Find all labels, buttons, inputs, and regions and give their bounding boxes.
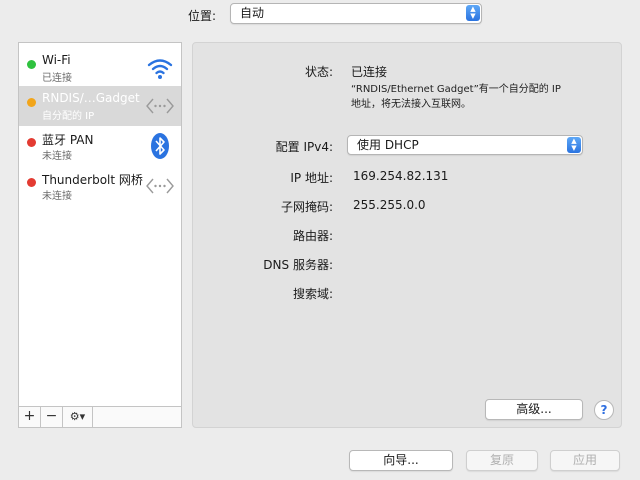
bluetooth-icon [151, 133, 169, 159]
ethernet-icon [146, 178, 174, 194]
advanced-button[interactable]: 高级... [485, 399, 583, 420]
service-name: Thunderbolt 网桥 [42, 173, 143, 187]
assistant-button[interactable]: 向导... [349, 450, 453, 471]
service-list: Wi-Fi 已连接 RNDIS/…Gadget 自分配的 IP 蓝牙 PAN 未… [18, 42, 182, 428]
ip-address-label: IP 地址: [290, 171, 333, 185]
location-value: 自动 [240, 6, 265, 20]
remove-service-button[interactable]: − [41, 407, 63, 427]
wifi-icon [147, 59, 173, 79]
dns-server-label: DNS 服务器: [263, 258, 333, 272]
ipv4-config-select[interactable]: 使用 DHCP ▲ ▼ [347, 135, 583, 155]
status-note-line2: 地址，将无法接入互联网。 [351, 99, 471, 110]
status-dot-disconnected [27, 138, 36, 147]
location-select[interactable]: 自动 ▲ ▼ [230, 3, 482, 24]
service-name: 蓝牙 PAN [42, 133, 94, 147]
detail-panel: 状态: 已连接 “RNDIS/Ethernet Gadget”有一个自分配的 I… [192, 42, 622, 428]
status-dot-self-assigned [27, 98, 36, 107]
apply-button[interactable]: 应用 [550, 450, 620, 471]
ipv4-config-value: 使用 DHCP [357, 138, 419, 152]
ip-address-value: 169.254.82.131 [353, 169, 449, 183]
service-status: 自分配的 IP [42, 111, 95, 122]
service-status: 已连接 [42, 73, 72, 84]
subnet-mask-label: 子网掩码: [280, 200, 333, 214]
service-item-bluetooth-pan[interactable]: 蓝牙 PAN 未连接 [19, 126, 181, 166]
status-value: 已连接 [351, 65, 388, 79]
service-list-toolbar: + − ⚙▾ [19, 406, 181, 427]
help-button[interactable]: ? [594, 400, 614, 420]
ethernet-icon [146, 98, 174, 114]
service-status: 未连接 [42, 191, 72, 202]
service-name: Wi-Fi [42, 53, 71, 67]
revert-button[interactable]: 复原 [466, 450, 538, 471]
gear-icon[interactable]: ⚙▾ [63, 407, 93, 427]
select-arrows-icon: ▲ ▼ [567, 137, 581, 153]
service-item-thunderbolt-bridge[interactable]: Thunderbolt 网桥 未连接 [19, 166, 181, 206]
router-label: 路由器: [292, 229, 333, 243]
subnet-mask-value: 255.255.0.0 [353, 198, 426, 212]
add-service-button[interactable]: + [19, 407, 41, 427]
status-note-line1: “RNDIS/Ethernet Gadget”有一个自分配的 IP [351, 84, 561, 95]
search-domain-label: 搜索域: [292, 287, 333, 301]
service-status: 未连接 [42, 151, 72, 162]
service-item-wifi[interactable]: Wi-Fi 已连接 [19, 48, 181, 88]
location-label: 位置: [188, 9, 217, 23]
select-arrows-icon: ▲ ▼ [466, 5, 480, 21]
service-name: RNDIS/…Gadget [42, 91, 140, 105]
service-item-rndis[interactable]: RNDIS/…Gadget 自分配的 IP [19, 86, 181, 126]
ipv4-config-label: 配置 IPv4: [275, 140, 333, 154]
status-dot-disconnected [27, 178, 36, 187]
status-dot-connected [27, 60, 36, 69]
status-label: 状态: [304, 65, 333, 79]
